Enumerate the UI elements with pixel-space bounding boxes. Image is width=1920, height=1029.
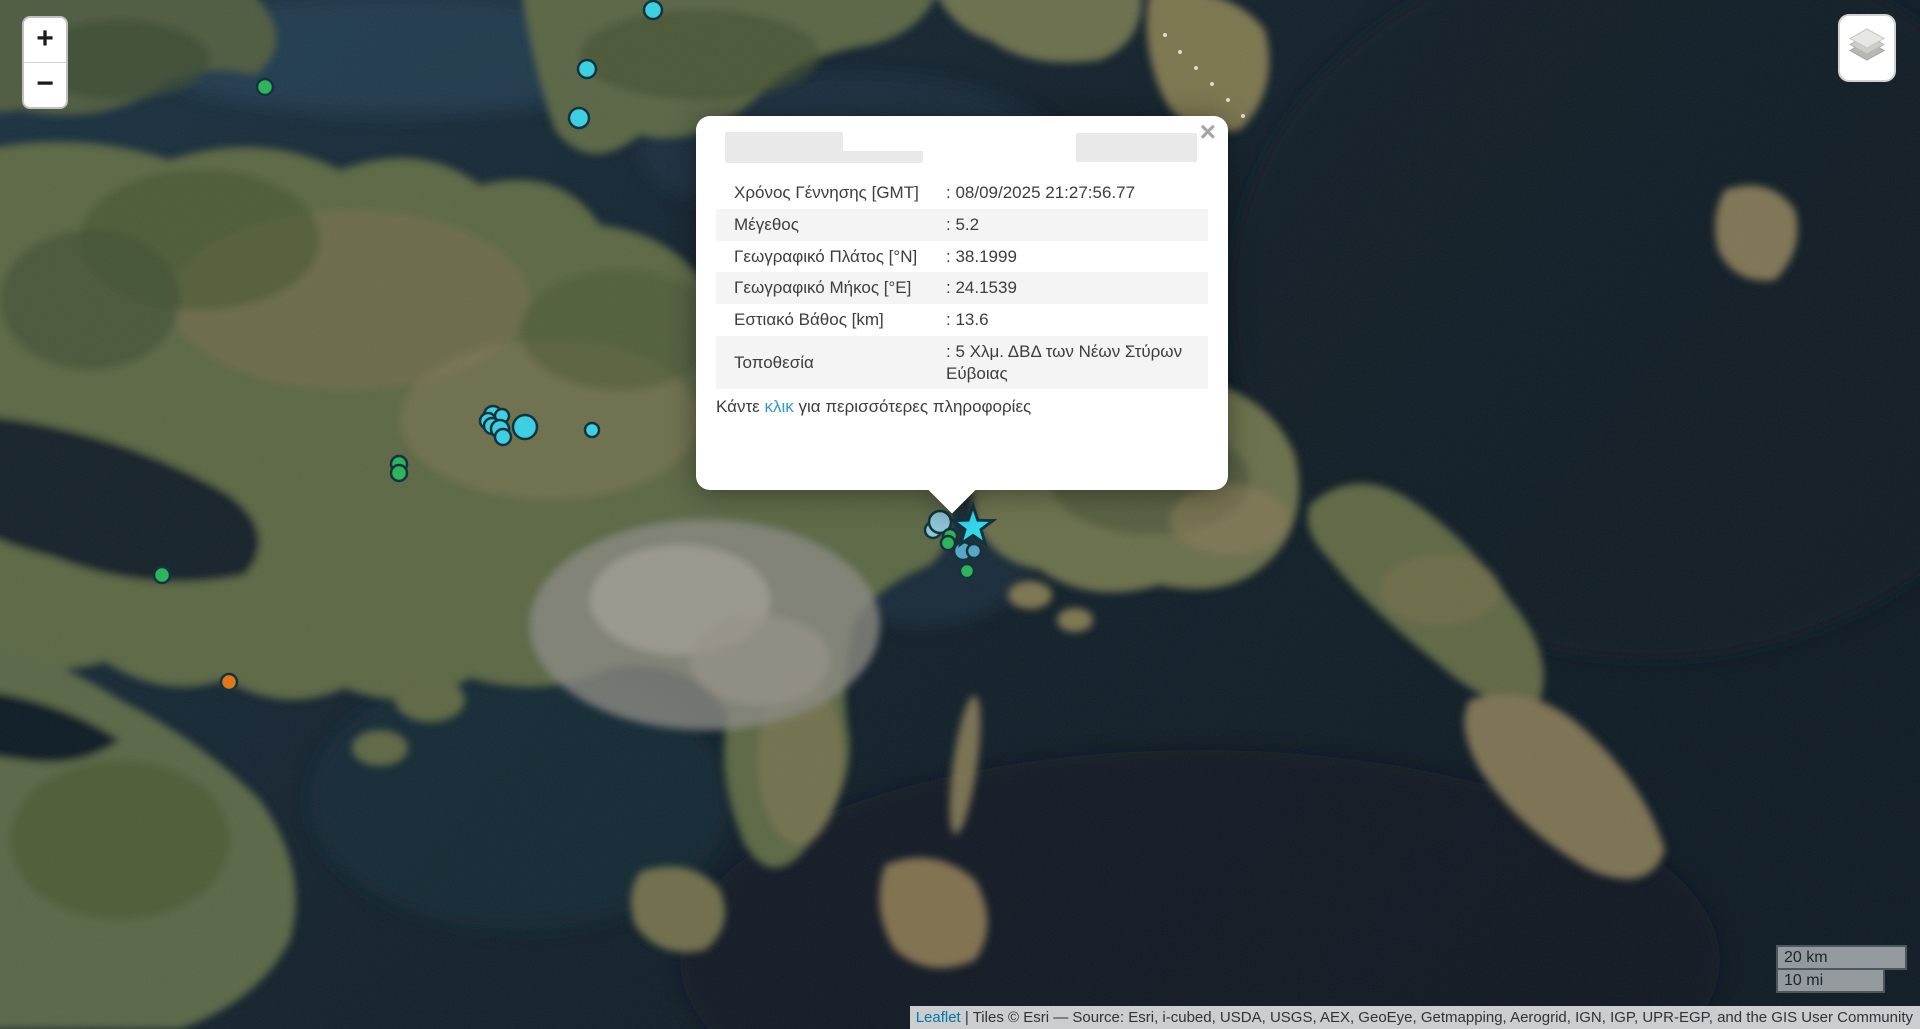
earthquake-marker[interactable] (967, 544, 981, 558)
earthquake-popup: × Χρόνος Γέννησης [GMT]: 08/09/2025 21:2… (696, 116, 1228, 490)
popup-table-row: Γεωγραφικό Πλάτος [°N]: 38.1999 (716, 241, 1208, 273)
earthquake-marker[interactable] (391, 465, 407, 481)
popup-table-row: Εστιακό Βάθος [km]: 13.6 (716, 304, 1208, 336)
selected-earthquake-star-marker[interactable] (953, 506, 993, 544)
earthquake-details-table: Χρόνος Γέννησης [GMT]: 08/09/2025 21:27:… (716, 177, 1208, 389)
earthquake-marker[interactable] (569, 108, 589, 128)
popup-row-label: Μέγεθος (716, 209, 934, 241)
popup-row-value: : 08/09/2025 21:27:56.77 (934, 177, 1208, 209)
earthquake-marker[interactable] (513, 415, 537, 439)
layers-icon (1845, 28, 1889, 68)
leaflet-link[interactable]: Leaflet (916, 1009, 961, 1026)
layers-control-button[interactable] (1838, 14, 1896, 82)
popup-row-value: : 38.1999 (934, 241, 1208, 273)
earthquake-marker[interactable] (154, 567, 170, 583)
footer-text-prefix: Κάντε (716, 397, 764, 416)
footer-text-suffix: για περισσότερες πληροφορίες (794, 397, 1031, 416)
redacted-title-block (1076, 133, 1197, 162)
attribution-bar: Leaflet | Tiles © Esri — Source: Esri, i… (910, 1006, 1920, 1029)
earthquake-marker[interactable] (221, 674, 237, 690)
tiles-attribution-text: Tiles © Esri — Source: Esri, i-cubed, US… (973, 1009, 1913, 1026)
popup-table-row: Γεωγραφικό Μήκος [°E]: 24.1539 (716, 272, 1208, 304)
popup-row-value: : 5 Χλμ. ΔΒΔ των Νέων Στύρων Εύβοιας (934, 336, 1208, 390)
popup-footer: Κάντε κλικ για περισσότερες πληροφορίες (716, 397, 1208, 417)
popup-row-label: Χρόνος Γέννησης [GMT] (716, 177, 934, 209)
more-info-link[interactable]: κλικ (764, 397, 793, 416)
popup-title-redacted (696, 129, 1228, 177)
scale-control: 20 km 10 mi (1776, 945, 1907, 993)
earthquake-marker[interactable] (644, 1, 662, 19)
popup-row-value: : 13.6 (934, 304, 1208, 336)
attribution-separator: | (961, 1009, 973, 1026)
popup-row-label: Εστιακό Βάθος [km] (716, 304, 934, 336)
earthquake-marker[interactable] (257, 79, 273, 95)
popup-row-label: Γεωγραφικό Πλάτος [°N] (716, 241, 934, 273)
zoom-in-button[interactable]: + (24, 18, 66, 63)
zoom-out-button[interactable]: − (24, 63, 66, 107)
zoom-control: + − (22, 16, 68, 109)
popup-row-label: Γεωγραφικό Μήκος [°E] (716, 272, 934, 304)
earthquake-marker[interactable] (495, 429, 511, 445)
scale-kilometers: 20 km (1776, 945, 1907, 970)
redacted-title-block (725, 151, 923, 163)
earthquake-marker[interactable] (960, 564, 974, 578)
popup-table-row: Τοποθεσία: 5 Χλμ. ΔΒΔ των Νέων Στύρων Εύ… (716, 336, 1208, 390)
popup-row-label: Τοποθεσία (716, 336, 934, 390)
earthquake-marker[interactable] (578, 60, 596, 78)
redacted-title-block (725, 132, 843, 152)
popup-table-row: Μέγεθος: 5.2 (716, 209, 1208, 241)
popup-row-value: : 5.2 (934, 209, 1208, 241)
scale-miles: 10 mi (1776, 968, 1885, 993)
popup-row-value: : 24.1539 (934, 272, 1208, 304)
popup-body: × Χρόνος Γέννησης [GMT]: 08/09/2025 21:2… (696, 116, 1228, 490)
map-viewport[interactable]: × Χρόνος Γέννησης [GMT]: 08/09/2025 21:2… (0, 0, 1920, 1029)
earthquake-marker[interactable] (585, 423, 599, 437)
popup-table-row: Χρόνος Γέννησης [GMT]: 08/09/2025 21:27:… (716, 177, 1208, 209)
